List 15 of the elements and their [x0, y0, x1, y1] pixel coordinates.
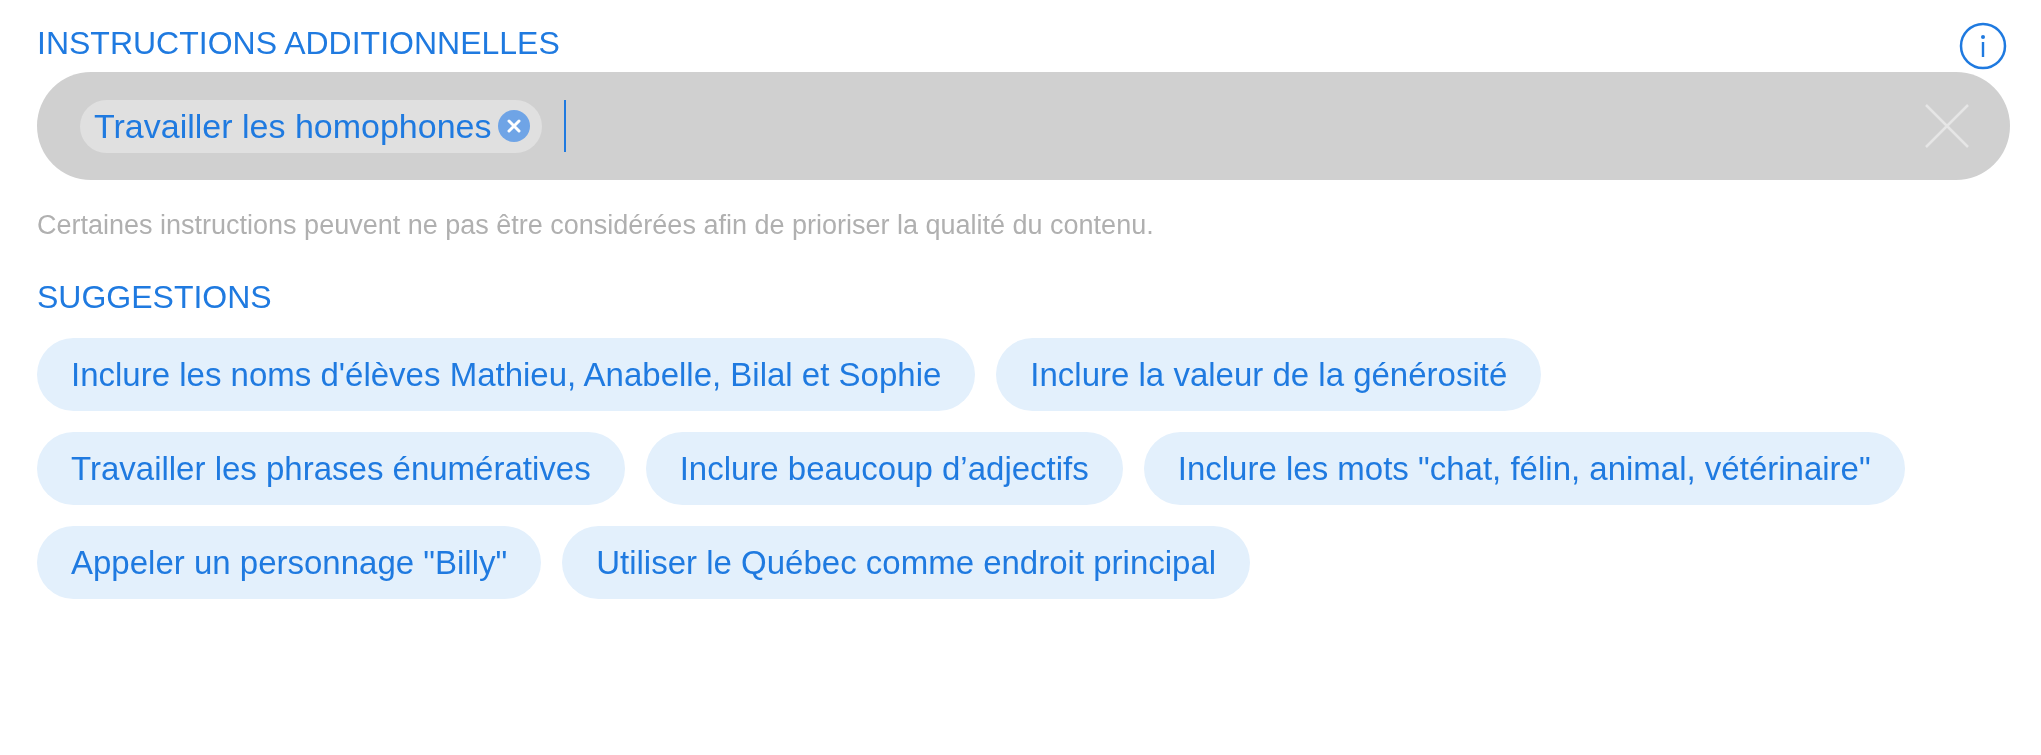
suggestion-chip[interactable]: Utiliser le Québec comme endroit principal	[562, 526, 1251, 599]
suggestion-chip[interactable]: Inclure la valeur de la générosité	[996, 338, 1542, 411]
suggestion-chip[interactable]: Inclure les mots "chat, félin, animal, vétérinaire"	[1143, 432, 1905, 505]
suggestions-title: SUGGESTIONS	[37, 279, 273, 316]
suggestion-chip[interactable]: Travailler les phrases énumératives	[37, 432, 625, 505]
remove-tag-icon[interactable]	[497, 110, 530, 142]
helper-text: Certaines instructions peuvent ne pas être considérées afin de prioriser la qualité du contenu.	[37, 210, 1155, 241]
section-title: INSTRUCTIONS ADDITIONNELLES	[37, 25, 560, 62]
suggestion-chip[interactable]: Inclure beaucoup d’adjectifs	[645, 432, 1123, 505]
suggestion-chip[interactable]: Appeler un personnage "Billy"	[37, 526, 542, 599]
info-icon[interactable]	[1959, 22, 2007, 70]
tag-label: Travailler les homophones	[94, 106, 492, 146]
instructions-input-field[interactable]: Travailler les homophones	[37, 72, 2010, 180]
suggestion-chip[interactable]: Inclure les noms d'élèves Mathieu, Anabelle, Bilal et Sophie	[37, 338, 976, 411]
text-cursor	[563, 100, 566, 152]
